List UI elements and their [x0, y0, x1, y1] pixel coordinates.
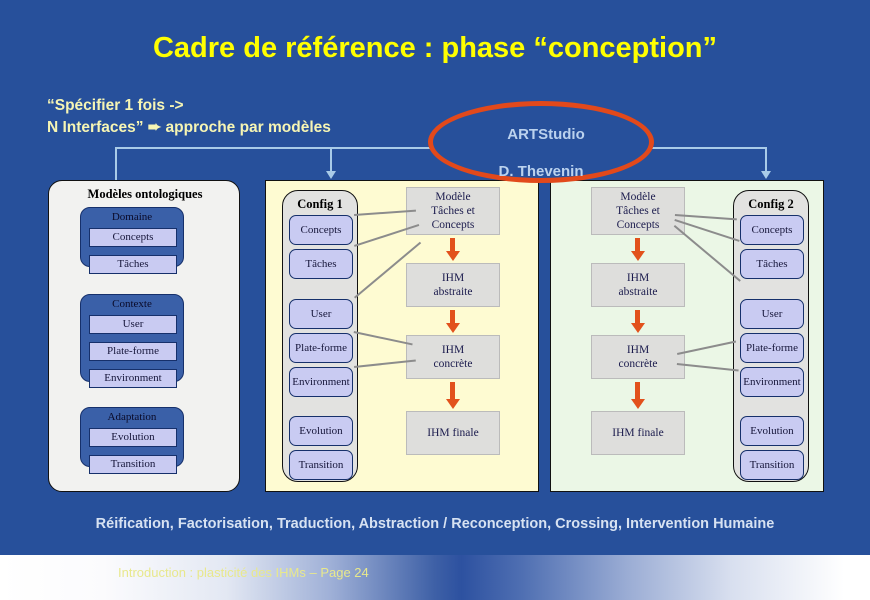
left-item-user: User [89, 315, 177, 334]
mid-step-ihm-concrete: IHM concrète [406, 335, 500, 379]
group-domaine-title: Domaine [111, 211, 153, 223]
mid-step1-line3: Concepts [431, 219, 475, 231]
config2-item-environment[interactable]: Environment [740, 367, 804, 397]
connector-arrowhead-config1 [326, 171, 336, 179]
right-step1-line2: Tâches et [616, 205, 660, 217]
right-step-ihm-abstraite: IHM abstraite [591, 263, 685, 307]
config1-panel: Config 1 Concepts Tâches User Plate-form… [265, 180, 539, 492]
right-step-modele-taches-concepts: Modèle Tâches et Concepts [591, 187, 685, 235]
ontological-models-panel: Modèles ontologiques Domaine Concepts Tâ… [48, 180, 240, 492]
mid-step2-line1: IHM [441, 272, 465, 284]
config1-item-user[interactable]: User [289, 299, 353, 329]
subtitle-line-2-suffix: approche par modèles [165, 119, 331, 136]
group-domaine: Domaine Concepts Tâches [80, 207, 184, 274]
connector-drop-config1 [330, 147, 332, 173]
page-title: Cadre de référence : phase “conception” [152, 32, 718, 64]
config1-item-evolution[interactable]: Evolution [289, 416, 353, 446]
mid-step4-line1: IHM finale [427, 427, 479, 439]
footer-text: Introduction : plasticité des IHMs – Pag… [118, 565, 369, 580]
mid-arrow-3-head [446, 399, 460, 409]
subtitle-line-1: “Spécifier 1 fois -> [47, 97, 184, 114]
left-item-concepts: Concepts [89, 228, 177, 247]
config1-item-concepts[interactable]: Concepts [289, 215, 353, 245]
config2-item-evolution[interactable]: Evolution [740, 416, 804, 446]
right-step2-line2: abstraite [618, 286, 658, 298]
left-item-environment: Environment [89, 369, 177, 388]
config1-item-plateforme[interactable]: Plate-forme [289, 333, 353, 363]
config2-panel: Modèle Tâches et Concepts IHM abstraite … [550, 180, 824, 492]
config2-title: Config 2 [748, 197, 794, 211]
group-contexte-title: Contexte [112, 298, 152, 310]
config2-item-concepts[interactable]: Concepts [740, 215, 804, 245]
connector-drop-left-panel [115, 147, 117, 182]
slide-canvas: Cadre de référence : phase “conception” … [0, 0, 870, 600]
artstudio-label: ARTStudio [507, 126, 585, 143]
left-item-evolution: Evolution [89, 428, 177, 447]
config2-item-plateforme[interactable]: Plate-forme [740, 333, 804, 363]
link-concrete-to-plateforme [677, 340, 737, 355]
mid-step1-line1: Modèle [435, 191, 471, 203]
mid-step3-line2: concrète [433, 358, 473, 370]
left-item-taches: Tâches [89, 255, 177, 274]
left-item-plateforme: Plate-forme [89, 342, 177, 361]
right-step3-line2: concrète [618, 358, 658, 370]
mid-step1-line2: Tâches et [431, 205, 475, 217]
group-adaptation: Adaptation Evolution Transition [80, 407, 184, 474]
left-item-transition: Transition [89, 455, 177, 474]
right-step-ihm-finale: IHM finale [591, 411, 685, 455]
group-adaptation-title: Adaptation [107, 411, 157, 423]
mid-arrow-2-head [446, 323, 460, 333]
right-arrow-2-head [631, 323, 645, 333]
mid-step2-line2: abstraite [433, 286, 473, 298]
mid-step-ihm-abstraite: IHM abstraite [406, 263, 500, 307]
right-step-ihm-concrete: IHM concrète [591, 335, 685, 379]
config1-title: Config 1 [297, 197, 343, 211]
right-step1-line1: Modèle [620, 191, 656, 203]
mid-step3-line1: IHM [441, 344, 465, 356]
connector-drop-config2 [765, 147, 767, 173]
config2-item-taches[interactable]: Tâches [740, 249, 804, 279]
link-taches-to-model [354, 223, 420, 247]
right-step3-line1: IHM [626, 344, 650, 356]
right-arrow-icon: ➨ [147, 119, 162, 136]
config2-item-transition[interactable]: Transition [740, 450, 804, 480]
subtitle-block: “Spécifier 1 fois -> N Interfaces” ➨ app… [47, 95, 467, 139]
link-concrete-to-environment [676, 363, 739, 372]
config2-item-user[interactable]: User [740, 299, 804, 329]
group-contexte: Contexte User Plate-forme Environment [80, 294, 184, 388]
config1-column: Config 1 Concepts Tâches User Plate-form… [282, 190, 358, 482]
right-arrow-1-head [631, 251, 645, 261]
mid-step-ihm-finale: IHM finale [406, 411, 500, 455]
mid-step-modele-taches-concepts: Modèle Tâches et Concepts [406, 187, 500, 235]
subtitle-line-2-prefix: N Interfaces” [47, 119, 144, 136]
right-step2-line1: IHM [626, 272, 650, 284]
mid-arrow-1-head [446, 251, 460, 261]
link-plateforme-to-concrete [353, 331, 413, 346]
right-step4-line1: IHM finale [612, 427, 664, 439]
bottom-caption: Réification, Factorisation, Traduction, … [95, 516, 775, 532]
config2-column: Config 2 Concepts Tâches User Plate-form… [733, 190, 809, 482]
config1-item-taches[interactable]: Tâches [289, 249, 353, 279]
connector-arrowhead-config2 [761, 171, 771, 179]
ontological-models-title: Modèles ontologiques [87, 187, 203, 201]
config1-item-environment[interactable]: Environment [289, 367, 353, 397]
right-step1-line3: Concepts [616, 219, 660, 231]
right-arrow-3-head [631, 399, 645, 409]
footer-bar: Introduction : plasticité des IHMs – Pag… [0, 555, 870, 600]
config1-item-transition[interactable]: Transition [289, 450, 353, 480]
author-label: D. Thevenin [498, 163, 584, 180]
